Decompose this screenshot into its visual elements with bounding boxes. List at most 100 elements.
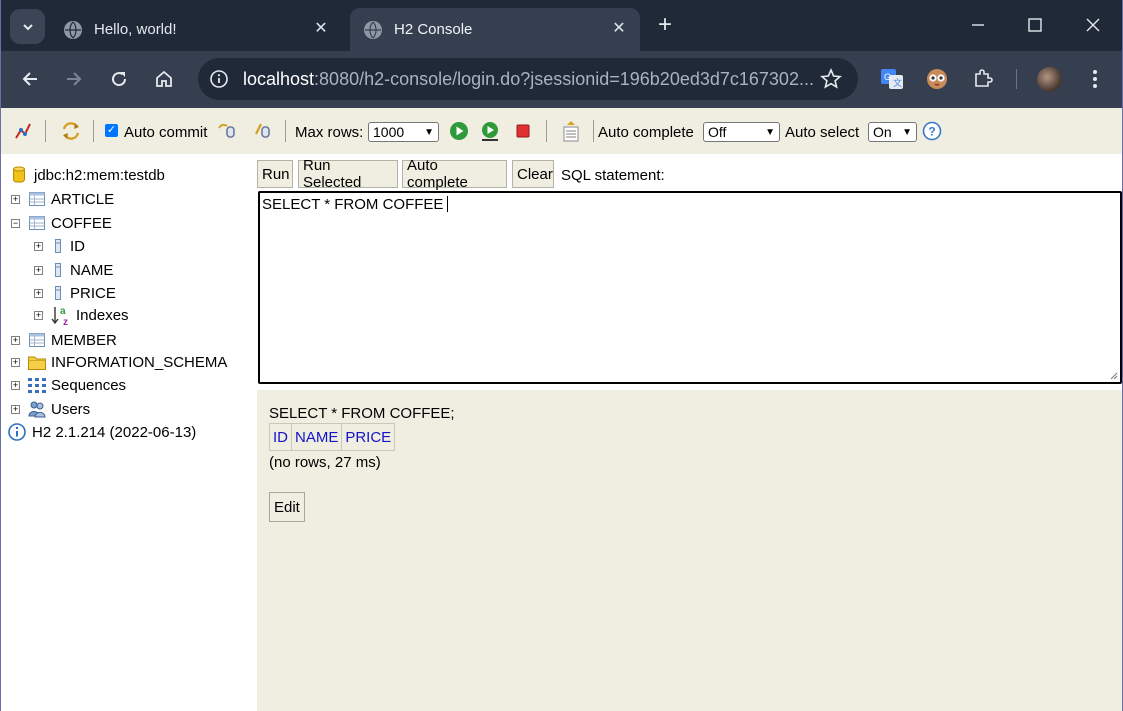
rollback-icon[interactable] [216,120,238,142]
expand-plus-icon[interactable]: + [34,310,43,320]
expand-plus-icon[interactable]: + [11,194,20,204]
run-selected-icon[interactable] [479,120,501,142]
result-column-header[interactable]: NAME [290,423,343,451]
auto-select-value: On [873,124,892,140]
auto-complete-button[interactable]: Auto complete [402,157,507,191]
close-window-button[interactable] [1080,12,1106,38]
tree-item-connection[interactable]: jdbc:h2:mem:testdb [11,165,165,185]
auto-complete-label: Auto complete [598,124,694,141]
resize-grip-icon[interactable] [1109,371,1118,380]
result-column-header[interactable]: PRICE [341,423,396,451]
browser-tab-strip: Hello, world! ✕ H2 Console ✕ + [0,0,1123,51]
window-border-left [0,0,1,711]
tree-item-version: H2 2.1.214 (2022-06-13) [8,422,196,442]
toolbar-separator [593,120,594,142]
extensions-puzzle-icon[interactable] [971,67,995,91]
close-tab-icon[interactable]: ✕ [610,20,628,38]
reload-icon [112,72,127,87]
result-status: (no rows, 27 ms) [269,454,381,471]
expand-plus-icon[interactable]: + [11,357,20,367]
browser-tab-hello[interactable]: Hello, world! ✕ [50,8,342,51]
chevron-down-icon: ▼ [902,126,912,138]
profile-avatar[interactable] [1037,67,1062,92]
sql-statement-label: SQL statement: [561,167,665,184]
stop-icon[interactable] [512,120,534,142]
reload-button[interactable] [106,66,132,92]
expand-plus-icon[interactable]: + [11,404,20,414]
help-icon[interactable]: ? [922,121,942,141]
expand-plus-icon[interactable]: + [34,288,43,298]
collapse-minus-icon[interactable]: − [11,218,20,228]
disconnect-icon[interactable] [12,120,34,142]
url-text[interactable]: localhost:8080/h2-console/login.do?jsess… [243,69,814,90]
site-info-icon[interactable] [209,69,229,89]
table-name: MEMBER [51,331,117,349]
globe-icon [64,20,82,39]
column-name: ID [70,237,85,255]
version-text: H2 2.1.214 (2022-06-13) [32,423,197,441]
extension-owl-icon[interactable] [925,67,949,91]
tab-search-button[interactable] [10,9,45,44]
maximize-button[interactable] [1022,12,1048,38]
commit-icon[interactable] [252,120,274,142]
close-tab-icon[interactable]: ✕ [312,20,330,38]
bookmark-star-icon[interactable] [820,68,842,90]
auto-select-select[interactable]: On ▼ [868,122,917,142]
max-rows-select[interactable]: 1000 ▼ [368,122,439,142]
chevron-down-icon: ▼ [765,126,775,138]
expand-plus-icon[interactable]: + [34,241,43,251]
result-panel: SELECT * FROM COFFEE; ID NAME PRICE (no … [257,390,1123,711]
max-rows-value: 1000 [373,124,405,140]
run-icon[interactable] [448,120,470,142]
h2-toolbar: ✓ Auto commit Max rows: 1000 ▼ Auto compl… [0,108,1123,154]
sql-editor-panel: Run Run Selected Auto complete Clear SQL… [257,154,1123,390]
svg-text:文: 文 [893,77,902,88]
more-options-icon[interactable] [1083,67,1107,91]
users-label: Users [51,400,91,418]
run-selected-button[interactable]: Run Selected [298,157,398,191]
sql-textarea[interactable]: SELECT * FROM COFFEE [258,191,1122,384]
sequences-label: Sequences [51,376,127,394]
tree-item-column-id[interactable]: + ID [34,236,85,256]
minimize-button[interactable] [965,12,991,38]
connection-url: jdbc:h2:mem:testdb [34,166,165,184]
expand-plus-icon[interactable]: + [11,335,20,345]
history-icon[interactable] [560,120,582,142]
indexes-label: Indexes [76,306,129,324]
toolbar-separator [285,120,286,142]
tree-item-column-price[interactable]: + PRICE [34,283,116,303]
tree-item-users[interactable]: + Users [11,399,90,419]
tree-item-coffee[interactable]: − COFFEE [11,213,112,233]
new-tab-button[interactable]: + [652,13,678,39]
url-host: localhost [243,69,315,89]
table-icon [28,331,46,349]
tree-item-member[interactable]: + MEMBER [11,330,117,350]
back-button[interactable] [17,66,43,92]
address-bar[interactable]: localhost:8080/h2-console/login.do?jsess… [198,58,858,100]
url-path: :8080/h2-console/login.do?jsessionid=196… [314,69,814,89]
tree-item-article[interactable]: + ARTICLE [11,189,114,209]
auto-commit-checkbox[interactable]: ✓ [105,124,118,137]
tree-item-column-name[interactable]: + NAME [34,260,113,280]
auto-complete-select[interactable]: Off ▼ [703,122,780,142]
expand-plus-icon[interactable]: + [34,265,43,275]
arrow-left-icon [22,72,37,86]
tree-item-indexes[interactable]: + az Indexes [34,304,129,326]
tree-item-information-schema[interactable]: + INFORMATION_SCHEMA [11,352,227,372]
arrow-right-icon [67,72,82,86]
text-cursor [447,196,449,212]
clear-button[interactable]: Clear [512,160,554,188]
result-column-header[interactable]: ID [269,423,292,451]
home-button[interactable] [151,66,177,92]
run-button[interactable]: Run [257,160,293,188]
column-name: NAME [70,261,114,279]
sequences-icon [28,376,46,394]
sort-az-icon: az [51,304,73,326]
tree-item-sequences[interactable]: + Sequences [11,375,126,395]
forward-button[interactable] [61,66,87,92]
refresh-icon[interactable] [60,120,82,142]
edit-button[interactable]: Edit [269,492,305,522]
google-translate-icon[interactable]: G文 [880,67,904,91]
browser-tab-h2-console[interactable]: H2 Console ✕ [350,8,640,51]
expand-plus-icon[interactable]: + [11,380,20,390]
